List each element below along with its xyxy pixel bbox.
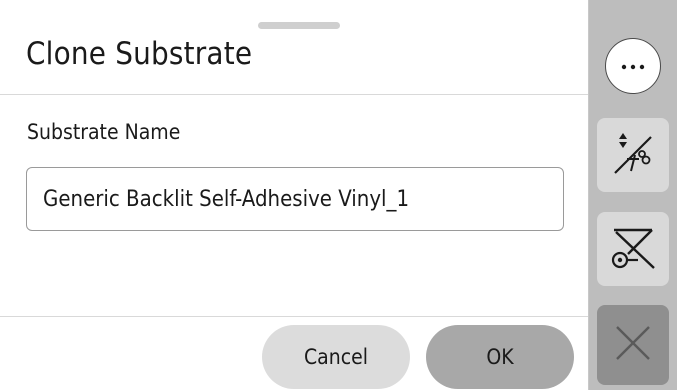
more-options-button[interactable] [605, 38, 661, 94]
unload-substrate-button[interactable] [597, 212, 669, 286]
ok-button[interactable]: OK [426, 325, 574, 389]
cancel-button[interactable]: Cancel [262, 325, 410, 389]
substrate-name-label: Substrate Name [27, 120, 181, 144]
substrate-name-field[interactable] [26, 167, 564, 231]
unload-substrate-icon [608, 222, 658, 276]
drag-handle[interactable] [258, 22, 340, 29]
more-options-icon [618, 57, 648, 76]
clone-substrate-dialog: Clone Substrate Substrate Name Cancel OK [0, 0, 589, 390]
footer-divider [0, 316, 588, 317]
title-divider [0, 94, 588, 95]
close-icon [613, 323, 653, 367]
close-button[interactable] [597, 305, 669, 385]
substrate-name-input[interactable] [43, 168, 553, 230]
dialog-title: Clone Substrate [26, 36, 253, 72]
advance-cut-button[interactable] [597, 118, 669, 192]
side-panel [589, 0, 677, 390]
advance-cut-icon [609, 129, 657, 181]
